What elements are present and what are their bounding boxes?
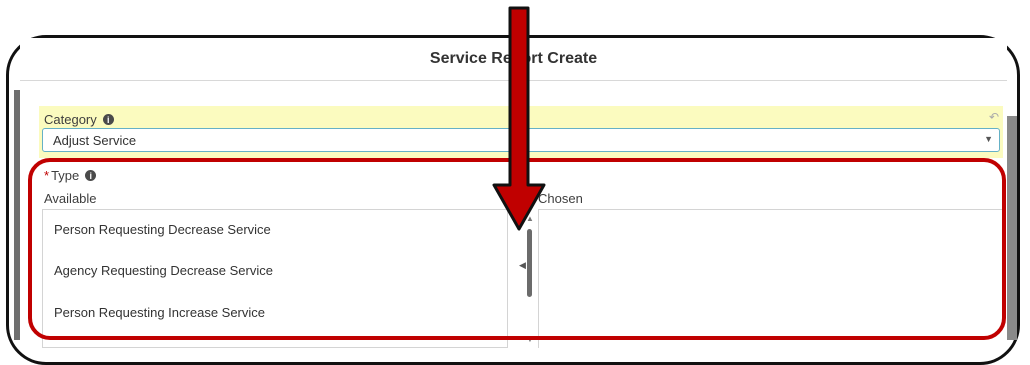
required-marker: * [44, 168, 50, 183]
scroll-thumb[interactable] [527, 229, 532, 297]
category-select[interactable]: Adjust Service ▼ [42, 128, 1000, 152]
category-select-value: Adjust Service [53, 133, 137, 148]
modal-header: Service Report Create [20, 38, 1007, 81]
info-icon[interactable]: i [102, 114, 114, 125]
chevron-down-icon: ▼ [984, 134, 993, 144]
category-label-row: Category i [44, 112, 114, 127]
backdrop-right-strip [1007, 116, 1017, 340]
move-to-chosen-button[interactable]: ▶ [519, 211, 526, 222]
scroll-up-arrow-icon[interactable]: ▲ [526, 214, 534, 223]
available-list[interactable]: Person Requesting Decrease Service Agenc… [42, 209, 534, 348]
service-report-modal: Service Report Create Category i ↶ Adjus… [14, 38, 1017, 348]
move-to-available-button[interactable]: ◀ [519, 260, 526, 271]
scroll-down-arrow-icon[interactable]: ▼ [526, 335, 534, 344]
available-list-scrollbar[interactable]: ▲ ▼ [521, 210, 537, 348]
type-label: Type [51, 168, 80, 183]
category-field: Category i ↶ Adjust Service ▼ [39, 106, 1003, 158]
chosen-list[interactable] [538, 209, 1002, 348]
available-label: Available [44, 191, 97, 206]
info-icon[interactable]: i [85, 170, 97, 181]
type-label-row: * Type i [44, 168, 97, 183]
undo-icon[interactable]: ↶ [989, 110, 999, 124]
list-item[interactable]: Person Requesting Decrease Service [54, 222, 271, 237]
chosen-label: Chosen [538, 191, 583, 206]
category-label: Category [44, 112, 97, 127]
list-item[interactable]: Agency Requesting Decrease Service [54, 263, 273, 278]
backdrop-left-strip [14, 90, 20, 340]
modal-title: Service Report Create [429, 50, 598, 67]
list-item[interactable]: Person Requesting Increase Service [54, 305, 265, 320]
